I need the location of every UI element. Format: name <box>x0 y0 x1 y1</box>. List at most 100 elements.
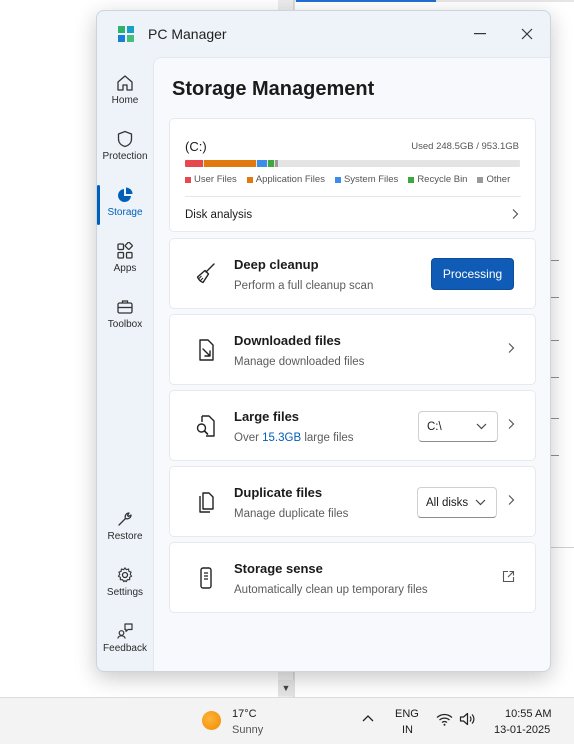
volume-icon[interactable] <box>459 712 477 726</box>
input-region[interactable]: IN <box>402 724 413 736</box>
feedback-icon <box>117 623 133 639</box>
title-bar[interactable]: PC Manager <box>97 11 550 57</box>
deep-cleanup-card[interactable]: Deep cleanup Perform a full cleanup scan… <box>169 238 536 309</box>
external-link-icon[interactable] <box>502 570 515 583</box>
nav-label: Storage <box>107 207 143 218</box>
sun-icon[interactable] <box>202 711 221 730</box>
chevron-right-icon[interactable] <box>511 208 519 220</box>
large-files-title: Large files <box>234 409 300 424</box>
nav-item-storage[interactable]: Storage <box>97 184 153 236</box>
legend-label: Application Files <box>255 174 325 185</box>
storage-sense-title: Storage sense <box>234 561 323 576</box>
background-scroll-down-arrow[interactable]: ▼ <box>278 680 294 696</box>
home-icon <box>117 75 133 91</box>
legend-swatch <box>334 176 341 183</box>
nav-item-home[interactable]: Home <box>97 72 153 124</box>
downloaded-files-card[interactable]: Downloaded files Manage downloaded files <box>169 314 536 385</box>
weather-condition[interactable]: Sunny <box>232 724 263 736</box>
apps-grid-icon <box>117 242 133 259</box>
nav-item-settings[interactable]: Settings <box>97 564 153 616</box>
legend-label: Recycle Bin <box>417 174 468 185</box>
legend-item: System Files <box>334 174 399 185</box>
shield-icon <box>117 130 133 148</box>
disk-usage-bar <box>185 160 520 167</box>
chevron-right-icon[interactable] <box>507 342 515 354</box>
deep-cleanup-subtitle: Perform a full cleanup scan <box>234 280 374 292</box>
clock-time[interactable]: 10:55 AM <box>505 708 551 720</box>
disk-analysis-link[interactable]: Disk analysis <box>185 209 252 221</box>
duplicate-files-title: Duplicate files <box>234 485 323 500</box>
nav-item-restore[interactable]: Restore <box>97 508 153 560</box>
gear-icon <box>117 567 133 583</box>
usage-segment-system-files <box>257 160 268 167</box>
close-icon <box>521 28 533 40</box>
broom-icon <box>196 263 215 284</box>
storage-content-panel: Storage Management (C:) Used 248.5GB / 9… <box>153 57 550 671</box>
storage-sense-subtitle: Automatically clean up temporary files <box>234 584 428 596</box>
wifi-icon[interactable] <box>436 713 453 726</box>
storage-sense-card[interactable]: Storage sense Automatically clean up tem… <box>169 542 536 613</box>
toolbox-icon <box>117 300 133 314</box>
subtitle-suffix: large files <box>301 432 354 444</box>
duplicate-files-subtitle: Manage duplicate files <box>234 508 349 520</box>
usage-segment-user-files <box>185 160 204 167</box>
processing-button[interactable]: Processing <box>431 258 514 290</box>
drive-select-value: C:\ <box>427 420 442 433</box>
taskbar: 17°C Sunny ENG IN 10:55 AM 13-01-2025 <box>0 697 574 744</box>
weather-temperature[interactable]: 17°C <box>232 708 257 720</box>
downloaded-file-icon <box>199 339 214 361</box>
disk-usage-card: (C:) Used 248.5GB / 953.1GB User Files Ap… <box>169 118 536 232</box>
legend-item: Recycle Bin <box>408 174 467 185</box>
disk-used-text: Used 248.5GB / 953.1GB <box>411 141 519 152</box>
storage-device-icon <box>200 567 212 589</box>
pc-manager-window: PC Manager Home Protection Storage Apps <box>96 10 551 672</box>
subtitle-prefix: Over <box>234 432 263 444</box>
legend-label: User Files <box>194 174 237 185</box>
nav-item-protection[interactable]: Protection <box>97 128 153 180</box>
nav-item-feedback[interactable]: Feedback <box>97 620 153 671</box>
drive-select[interactable]: C:\ <box>418 411 498 442</box>
nav-item-apps[interactable]: Apps <box>97 240 153 292</box>
divider <box>185 196 521 197</box>
deep-cleanup-title: Deep cleanup <box>234 257 319 272</box>
disk-scope-select[interactable]: All disks <box>417 487 497 518</box>
page-title: Storage Management <box>172 78 375 100</box>
legend-label: Other <box>486 174 511 185</box>
usage-segment-other <box>275 160 278 167</box>
background-separator <box>550 547 574 548</box>
minimize-button[interactable] <box>466 22 494 46</box>
nav-label: Settings <box>106 587 144 598</box>
large-files-card[interactable]: Large files Over 15.3GB large files C:\ <box>169 390 536 461</box>
chevron-down-icon <box>475 499 486 506</box>
background-window-tab-strip <box>294 0 574 2</box>
pie-chart-icon <box>118 187 133 202</box>
file-search-icon <box>196 415 215 437</box>
app-title: PC Manager <box>148 26 227 42</box>
chevron-down-icon <box>476 423 487 430</box>
nav-label: Feedback <box>103 643 147 654</box>
input-language[interactable]: ENG <box>395 708 419 720</box>
chevron-right-icon[interactable] <box>507 418 515 430</box>
chevron-right-icon[interactable] <box>507 494 515 506</box>
nav-label: Home <box>111 95 139 106</box>
nav-item-toolbox[interactable]: Toolbox <box>97 296 153 348</box>
nav-label: Restore <box>107 531 143 542</box>
usage-segment-application-files <box>204 160 257 167</box>
background-active-tab-indicator <box>296 0 436 2</box>
wrench-icon <box>118 512 132 526</box>
nav-label: Apps <box>113 263 137 274</box>
downloaded-files-title: Downloaded files <box>234 333 341 348</box>
legend-swatch <box>246 176 253 183</box>
disk-scope-select-value: All disks <box>426 496 469 509</box>
usage-segment-recycle-bin <box>268 160 275 167</box>
minimize-icon <box>474 33 486 35</box>
pc-manager-logo-icon <box>118 26 134 42</box>
chevron-up-icon[interactable] <box>362 714 374 722</box>
duplicate-files-card[interactable]: Duplicate files Manage duplicate files A… <box>169 466 536 537</box>
clock-date[interactable]: 13-01-2025 <box>494 724 550 736</box>
duplicate-files-icon <box>199 492 214 513</box>
legend-swatch <box>408 176 415 183</box>
legend-label: System Files <box>343 174 399 185</box>
disk-usage-legend: User Files Application Files System Files R… <box>185 174 520 185</box>
close-button[interactable] <box>513 22 541 46</box>
